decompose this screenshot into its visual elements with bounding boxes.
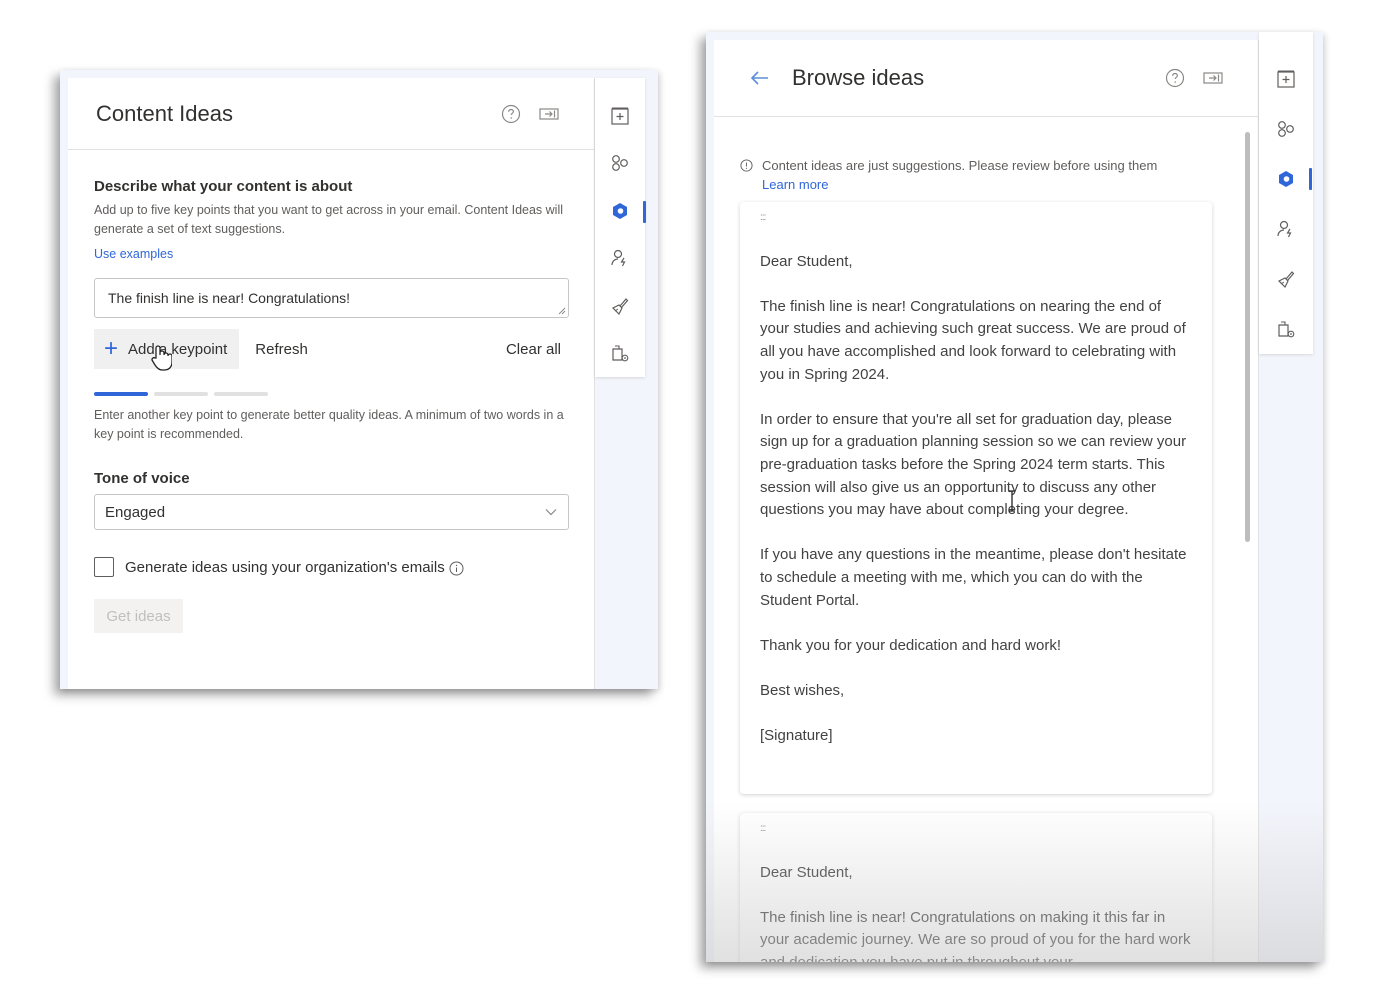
info-icon[interactable]	[449, 561, 464, 576]
panel-dock-icon[interactable]	[1202, 67, 1224, 89]
idea-paragraph: [Signature]	[760, 727, 833, 745]
copilot-icon	[1279, 171, 1293, 187]
content-ideas-window: Content Ideas Describe what your content…	[60, 70, 658, 689]
personalization-icon	[1277, 220, 1292, 238]
idea-paragraph: Thank you for your dedication and hard w…	[760, 636, 1062, 654]
progress-segment	[214, 392, 268, 396]
elements-icon	[612, 155, 628, 172]
panel-header: Browse ideas	[714, 40, 1258, 117]
rail-item-assets[interactable]	[600, 330, 640, 378]
idea-paragraph: The finish line is near! Congratulations…	[760, 908, 1191, 962]
styles-brush-icon	[1277, 271, 1295, 289]
rail-item-personalization[interactable]	[600, 235, 640, 283]
add-keypoint-label: Add a keypoint	[128, 340, 228, 358]
resize-grip-icon[interactable]	[558, 307, 566, 315]
question-circle-icon[interactable]	[1164, 67, 1186, 89]
rail-item-personalization[interactable]	[1266, 204, 1306, 254]
keypoint-input-value: The finish line is near! Congratulations…	[108, 290, 351, 306]
refresh-button[interactable]: Refresh	[255, 341, 308, 358]
rail-item-elements[interactable]	[1266, 104, 1306, 154]
page-title: Content Ideas	[96, 100, 233, 126]
keypoint-hint: Enter another key point to generate bett…	[94, 408, 564, 441]
drag-handle-icon[interactable]: :::	[760, 202, 1192, 228]
rail-item-copilot[interactable]	[600, 187, 646, 235]
rail-item-assets[interactable]	[1266, 304, 1306, 354]
rail-item-styles[interactable]	[1266, 254, 1306, 304]
plus-icon: +	[104, 335, 119, 362]
content-ideas-panel: Content Ideas Describe what your content…	[68, 78, 595, 689]
info-icon	[740, 159, 753, 172]
keypoint-progress	[94, 392, 569, 396]
keypoint-input[interactable]: The finish line is near! Congratulations…	[94, 278, 569, 318]
copilot-icon	[613, 202, 627, 219]
content-ideas-form: Describe what your content is about Add …	[94, 178, 569, 633]
browse-ideas-panel: Browse ideas Content ideas are just sugg…	[714, 40, 1259, 962]
describe-help-text: Add up to five key points that you want …	[94, 203, 564, 236]
elements-icon	[1278, 121, 1294, 137]
scrollbar[interactable]	[1245, 132, 1250, 542]
assets-settings-icon	[612, 345, 629, 362]
side-rail	[595, 78, 646, 378]
use-examples-link[interactable]: Use examples	[94, 247, 173, 261]
side-rail	[1259, 32, 1313, 354]
drag-handle-icon[interactable]: :::	[760, 813, 1192, 839]
notice-text: Content ideas are just suggestions. Plea…	[762, 158, 1158, 173]
clear-all-button[interactable]: Clear all	[506, 341, 561, 358]
progress-segment	[154, 392, 208, 396]
rail-item-add-section[interactable]	[600, 92, 640, 140]
rail-item-copilot[interactable]	[1266, 154, 1312, 204]
tone-label: Tone of voice	[94, 470, 190, 487]
progress-segment	[94, 392, 148, 396]
assets-settings-icon	[1278, 321, 1295, 338]
browse-ideas-window: Browse ideas Content ideas are just sugg…	[706, 32, 1323, 962]
arrow-left-icon[interactable]	[748, 66, 772, 90]
idea-paragraph: The finish line is near! Congratulations…	[760, 297, 1186, 383]
idea-paragraph: If you have any questions in the meantim…	[760, 546, 1187, 609]
rail-item-styles[interactable]	[600, 282, 640, 330]
org-emails-option: Generate ideas using your organization's…	[94, 557, 569, 577]
add-section-icon	[1277, 70, 1295, 88]
keypoint-actions: + Add a keypoint Refresh Clear all	[94, 329, 569, 369]
idea-paragraph: In order to ensure that you're all set f…	[760, 410, 1187, 519]
styles-brush-icon	[611, 297, 629, 315]
org-emails-checkbox[interactable]	[94, 557, 114, 577]
add-keypoint-button[interactable]: + Add a keypoint	[94, 329, 240, 369]
org-emails-label: Generate ideas using your organization's…	[125, 558, 445, 576]
add-section-icon	[611, 107, 629, 125]
learn-more-link[interactable]: Learn more	[762, 175, 1157, 194]
panel-dock-icon[interactable]	[538, 103, 560, 125]
idea-paragraph: Dear Student,	[760, 252, 853, 270]
idea-paragraph: Dear Student,	[760, 863, 853, 881]
panel-header: Content Ideas	[68, 78, 594, 150]
describe-heading: Describe what your content is about	[94, 178, 353, 195]
page-title: Browse ideas	[792, 65, 925, 90]
rail-item-elements[interactable]	[600, 140, 640, 188]
personalization-icon	[611, 250, 626, 267]
chevron-down-icon	[545, 509, 557, 516]
suggestions-notice: Content ideas are just suggestions. Plea…	[740, 156, 1218, 194]
get-ideas-button[interactable]: Get ideas	[94, 599, 183, 633]
tone-dropdown[interactable]: Engaged	[94, 494, 569, 530]
idea-card[interactable]: ::: Dear Student, The finish line is nea…	[740, 202, 1212, 794]
idea-card[interactable]: ::: Dear Student, The finish line is nea…	[740, 813, 1212, 962]
question-circle-icon[interactable]	[500, 103, 522, 125]
rail-item-add-section[interactable]	[1266, 54, 1306, 104]
tone-value: Engaged	[105, 503, 166, 521]
idea-paragraph: Best wishes,	[760, 681, 845, 699]
